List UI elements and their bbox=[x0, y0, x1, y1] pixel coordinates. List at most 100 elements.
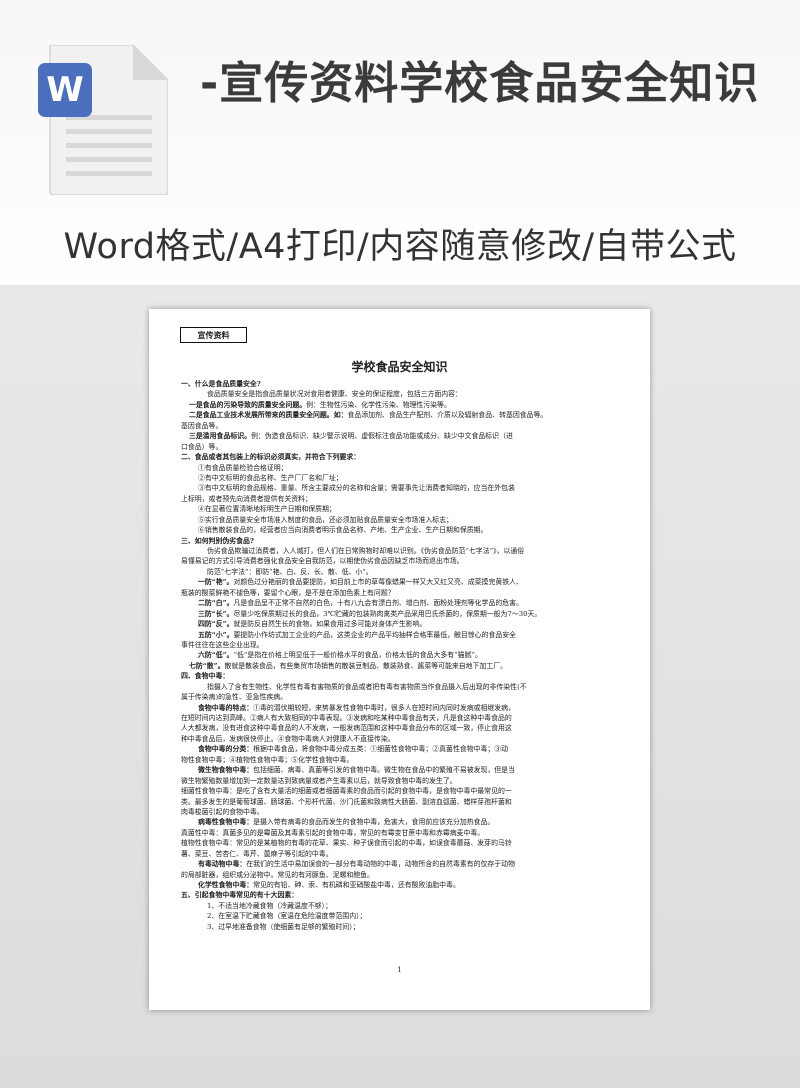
document-line: 三是滥用食品标识。例：伪造食品标识、缺少警示说明、虚假标注食品功能或成分、缺少中… bbox=[181, 431, 621, 441]
line-text: 微生物繁殖数量增加到一定数量达到致病量或者产生毒素以后，就导致食物中毒的发生了。 bbox=[181, 776, 457, 785]
line-text: 3、过早地准备食物（使细菌有足够的繁殖时间）； bbox=[207, 922, 360, 931]
document-line: 口食品）等。 bbox=[181, 442, 621, 452]
bold-lead: 一防“艳”。 bbox=[198, 578, 234, 587]
section-heading: 五、引起食物中毒常见的有十大因素： bbox=[181, 890, 621, 900]
svg-text:W: W bbox=[46, 70, 84, 110]
line-text: 的局部脏器，组织或分泌物中。常见的有河豚鱼、泥螺和鲍鱼。 bbox=[181, 870, 374, 879]
line-text: 对颜色过分艳丽的食品要提防，如目前上市的草莓像蜡果一样又大又红又亮、成菜摸完黄铁… bbox=[233, 578, 523, 587]
line-text: 基因食品等。 bbox=[181, 421, 223, 430]
document-line: 食物中毒的分类：根据中毒食品，将食物中毒分成五类：①细菌性食物中毒；②真菌性食物… bbox=[181, 744, 621, 754]
document-line: 2、在室温下贮藏食物（室温在危险温度带范围内）； bbox=[181, 911, 621, 921]
document-line: 二是食品工业技术发展所带来的质量安全问题。如：食品添加剂、食品生产配剂、介质以及… bbox=[181, 410, 621, 420]
document-line: 易懂易记的方式引导消费者强化食品安全自我防范，以期使伪劣食品因缺乏市场而退出市场… bbox=[181, 556, 621, 566]
line-text: 例：生物性污染、化学性污染、物理性污染等。 bbox=[306, 400, 451, 409]
document-line: 有毒动物中毒：在我们的生活中易加误食的一部分有毒动物的中毒，动物所含的自然毒素有… bbox=[181, 859, 621, 869]
document-title: 学校食品安全知识 bbox=[351, 360, 448, 374]
document-line: 瓶装的酸菜鲜艳不褪色等，要留个心眼，是不是在添加色素上有问题？ bbox=[181, 588, 621, 598]
document-line: 食品质量安全是指食品质量状况对食用者健康、安全的保证程度，包括三方面内容： bbox=[181, 389, 621, 399]
page-number: 1 bbox=[397, 966, 402, 974]
line-text: 类。最多发生的是葡萄球菌、肠球菌、个形杆代菌、沙门氏菌和致病性大肠菌、副溶血弧菌… bbox=[181, 797, 512, 806]
document-line: 基因食品等。 bbox=[181, 421, 621, 431]
bold-lead: 二防“白”。 bbox=[198, 599, 234, 608]
document-tag: 宣传资料 bbox=[180, 327, 247, 343]
bold-lead: 六防“低”。 bbox=[198, 651, 234, 660]
bold-lead: 三是滥用食品标识。 bbox=[189, 432, 252, 441]
document-line: 种中毒食品后，发病很快停止。④食物中毒病人对健康人不直接传染。 bbox=[181, 734, 621, 744]
document-line: 微生物食物中毒：包括细菌、病毒、真菌等引发的食物中毒。微生物在食品中的繁殖不易被… bbox=[181, 765, 621, 775]
line-text: 事件往往在这些企业出现。 bbox=[181, 640, 264, 649]
document-line: 物性食物中毒；④植物性食物中毒；⑤化学性食物中毒。 bbox=[181, 755, 621, 765]
bold-lead: 化学性食物中毒： bbox=[198, 881, 254, 889]
line-text: ①毒的潜伏期较短，来势暴发性食物中毒时，很多人在短时间内同时发病或相继发病， bbox=[253, 703, 515, 712]
bold-lead: 有毒动物中毒： bbox=[198, 860, 247, 869]
line-text: 一、什么是食品质量安全? bbox=[181, 380, 261, 388]
document-body: 一、什么是食品质量安全? 食品质量安全是指食品质量状况对食用者健康、安全的保证程度… bbox=[181, 379, 621, 932]
line-text: 防范“七字法”：即防“艳、白、反、长、散、低、小”。 bbox=[207, 567, 373, 576]
line-text: 三、如何判别伪劣食品? bbox=[181, 536, 254, 545]
document-line: ⑥销售散装食品的，经营者应当向消费者明示食品名称、产地、生产企业、生产日期和保质… bbox=[181, 525, 621, 535]
bold-lead: 食物中毒的分类： bbox=[198, 745, 254, 754]
page-title: -宣传资料学校食品安全知识 bbox=[200, 58, 760, 109]
document-line: 事件往往在这些企业出现。 bbox=[181, 640, 621, 650]
line-text: 口食品）等。 bbox=[181, 442, 223, 451]
document-line: 人大都发病，没有进食这种中毒食品的人不发病，一般发病范围和这种中毒食品分布的区域… bbox=[181, 723, 621, 733]
document-line: 在短时间内达到高峰。②病人有大致相同的中毒表现。③发病和吃某种中毒食品有关，凡是… bbox=[181, 713, 621, 723]
line-text: 细菌性食物中毒：是吃了含有大量活的细菌或者细菌毒素的食品而引起的食物中毒，是食物… bbox=[181, 787, 512, 796]
line-text: 凡是食品呈不正常不自然的白色，十有八九会有漂白剂、增白剂、面粉处理剂等化学品的危… bbox=[233, 599, 523, 608]
line-text: 四、食物中毒： bbox=[181, 672, 230, 681]
document-line: 上标明，或者预先向消费者提供有关资料； bbox=[181, 494, 621, 504]
document-line: 一防“艳”。对颜色过分艳丽的食品要提防，如目前上市的草莓像蜡果一样又大又红又亮、… bbox=[181, 577, 621, 587]
word-document-icon: W bbox=[38, 45, 168, 195]
document-line: 的局部脏器，组织或分泌物中。常见的有河豚鱼、泥螺和鲍鱼。 bbox=[181, 870, 621, 880]
document-line: 微生物繁殖数量增加到一定数量达到致病量或者产生毒素以后，就导致食物中毒的发生了。 bbox=[181, 776, 621, 786]
line-text: 散就是散装食品，有些集贸市场销售的散装豆制品、散装熟食、酱菜等可能来自地下加工厂… bbox=[224, 661, 508, 670]
section-heading: 四、食物中毒： bbox=[181, 671, 621, 681]
section-heading: 二、食品或者其包装上的标识必须真实，并符合下列要求： bbox=[181, 452, 621, 462]
document-line: 真菌性中毒：真菌多见的是霉菌及其毒素引起的食物中毒，常见的有霉变甘蔗中毒和赤霉病… bbox=[181, 828, 621, 838]
document-line: 肉毒梭菌引起的食物中毒。 bbox=[181, 807, 621, 817]
line-text: 肉毒梭菌引起的食物中毒。 bbox=[181, 807, 264, 816]
line-text: 就是防反自然生长的食物，如果食用过多可能对身体产生影响。 bbox=[233, 620, 427, 629]
document-line: 薯、菜豆、苦杏仁、毒芹、蓖麻子等引起的中毒。 bbox=[181, 849, 621, 859]
document-line: 三防“长”。尽量少吃保质期过长的食品，3℃贮藏的包装熟肉禽类产品采用巴氏杀菌的，… bbox=[181, 609, 621, 619]
line-text: 食品质量安全是指食品质量状况对食用者健康、安全的保证程度，包括三方面内容： bbox=[207, 390, 462, 399]
line-text: 真菌性中毒：真菌多见的是霉菌及其毒素引起的食物中毒，常见的有霉变甘蔗中毒和赤霉病… bbox=[181, 828, 485, 837]
bold-lead: 五防“小”。 bbox=[198, 630, 234, 639]
document-line: 伪劣食品欺骗过消费者，入人城打，但人们在日常购物时却难以识别。《伪劣食品防范“七… bbox=[181, 546, 621, 556]
line-text: 常见的有铅、砷、汞、有机磷和亚硝酸盐中毒，还有酸败油脂中毒。 bbox=[253, 881, 460, 889]
line-text: 植物性食物中毒：常见的是某植物的有毒的花草、果实、种子误食而引起的中毒，如误食毒… bbox=[181, 839, 512, 848]
document-line: 3、过早地准备食物（使细菌有足够的繁殖时间）； bbox=[181, 922, 621, 932]
line-text: ②有中文标明的食品名称、生产厂厂名和厂址； bbox=[198, 473, 343, 482]
line-text: 尽量少吃保质期过长的食品，3℃贮藏的包装熟肉禽类产品采用巴氏杀菌的，保质期一般为… bbox=[233, 609, 542, 618]
document-line: 七防“散”。散就是散装食品，有些集贸市场销售的散装豆制品、散装熟食、酱菜等可能来… bbox=[181, 661, 621, 671]
bold-lead: 七防“散”。 bbox=[189, 661, 225, 670]
line-text: 上标明，或者预先向消费者提供有关资料； bbox=[181, 494, 312, 503]
bold-lead: 食物中毒的特点： bbox=[198, 703, 254, 712]
document-line: 五防“小”。要提防小作坊式加工企业的产品，这类企业的产品平均抽样合格率最低，触目… bbox=[181, 630, 621, 640]
bold-lead: 一是食品的污染导致的质量安全问题。 bbox=[189, 400, 307, 409]
line-text: 属于传染病)的急性、亚急性疾病。 bbox=[181, 693, 288, 702]
line-text: 包括细菌、病毒、真菌等引发的食物中毒。微生物在食品中的繁殖不易被发现，但是当 bbox=[253, 766, 515, 775]
line-text: 伪劣食品欺骗过消费者，入人城打，但人们在日常购物时却难以识别。《伪劣食品防范“七… bbox=[207, 547, 525, 555]
bold-lead: 微生物食物中毒： bbox=[198, 766, 254, 775]
document-line: ②有中文标明的食品名称、生产厂厂名和厂址； bbox=[181, 473, 621, 483]
section-heading: 三、如何判别伪劣食品? bbox=[181, 536, 621, 546]
line-text: 易懂易记的方式引导消费者强化食品安全自我防范，以期使伪劣食品因缺乏市场而退出市场… bbox=[181, 557, 464, 566]
line-text: 人大都发病，没有进食这种中毒食品的人不发病，一般发病范围和这种中毒食品分布的区域… bbox=[181, 724, 512, 733]
document-line: 1、不适当地冷藏食物（冷藏温度不够）； bbox=[181, 901, 621, 911]
line-text: 1、不适当地冷藏食物（冷藏温度不够）； bbox=[207, 901, 332, 910]
line-text: 瓶装的酸菜鲜艳不褪色等，要留个心眼，是不是在添加色素上有问题？ bbox=[181, 588, 395, 597]
document-line: 食物中毒的特点：①毒的潜伏期较短，来势暴发性食物中毒时，很多人在短时间内同时发病… bbox=[181, 703, 621, 713]
document-line: ⑤实行食品质量安全市场准入制度的食品，还必须加贴食品质量安全市场准入标志； bbox=[181, 515, 621, 525]
line-text: “低”是指在价格上明显低于一般价格水平的食品，价格太低的食品大多有“猫腻”。 bbox=[233, 651, 482, 660]
header-banner: W -宣传资料学校食品安全知识 Word格式/A4打印/内容随意修改/自带公式 bbox=[0, 0, 800, 300]
line-text: 在短时间内达到高峰。②病人有大致相同的中毒表现。③发病和吃某种中毒食品有关，凡是… bbox=[181, 714, 512, 722]
line-text: ⑥销售散装食品的，经营者应当向消费者明示食品名称、产地、生产企业、生产日期和保质… bbox=[198, 526, 488, 535]
document-preview-page: 宣传资料 学校食品安全知识 一、什么是食品质量安全? 食品质量安全是指食品质量状况… bbox=[149, 309, 650, 1010]
line-text: ④在显著位置清晰地标明生产日期和保质期； bbox=[198, 505, 336, 514]
line-text: ③有中文标明的食品规格、重量、所含主要成分的名称和含量；需要事先让消费者知晓的，… bbox=[198, 484, 515, 493]
document-line: 指摄入了含有生物性、化学性有毒有害物质的食品或者把有毒有害物质当作食品摄入后出现… bbox=[181, 682, 621, 692]
line-text: 食品添加剂、食品生产配剂、介质以及辐射食品、转基因食品等。 bbox=[347, 411, 548, 420]
document-line: 一是食品的污染导致的质量安全问题。例：生物性污染、化学性污染、物理性污染等。 bbox=[181, 400, 621, 410]
line-text: 例：伪造食品标识、缺少警示说明、虚假标注食品功能或成分、缺少中文食品标识（进 bbox=[251, 432, 513, 441]
